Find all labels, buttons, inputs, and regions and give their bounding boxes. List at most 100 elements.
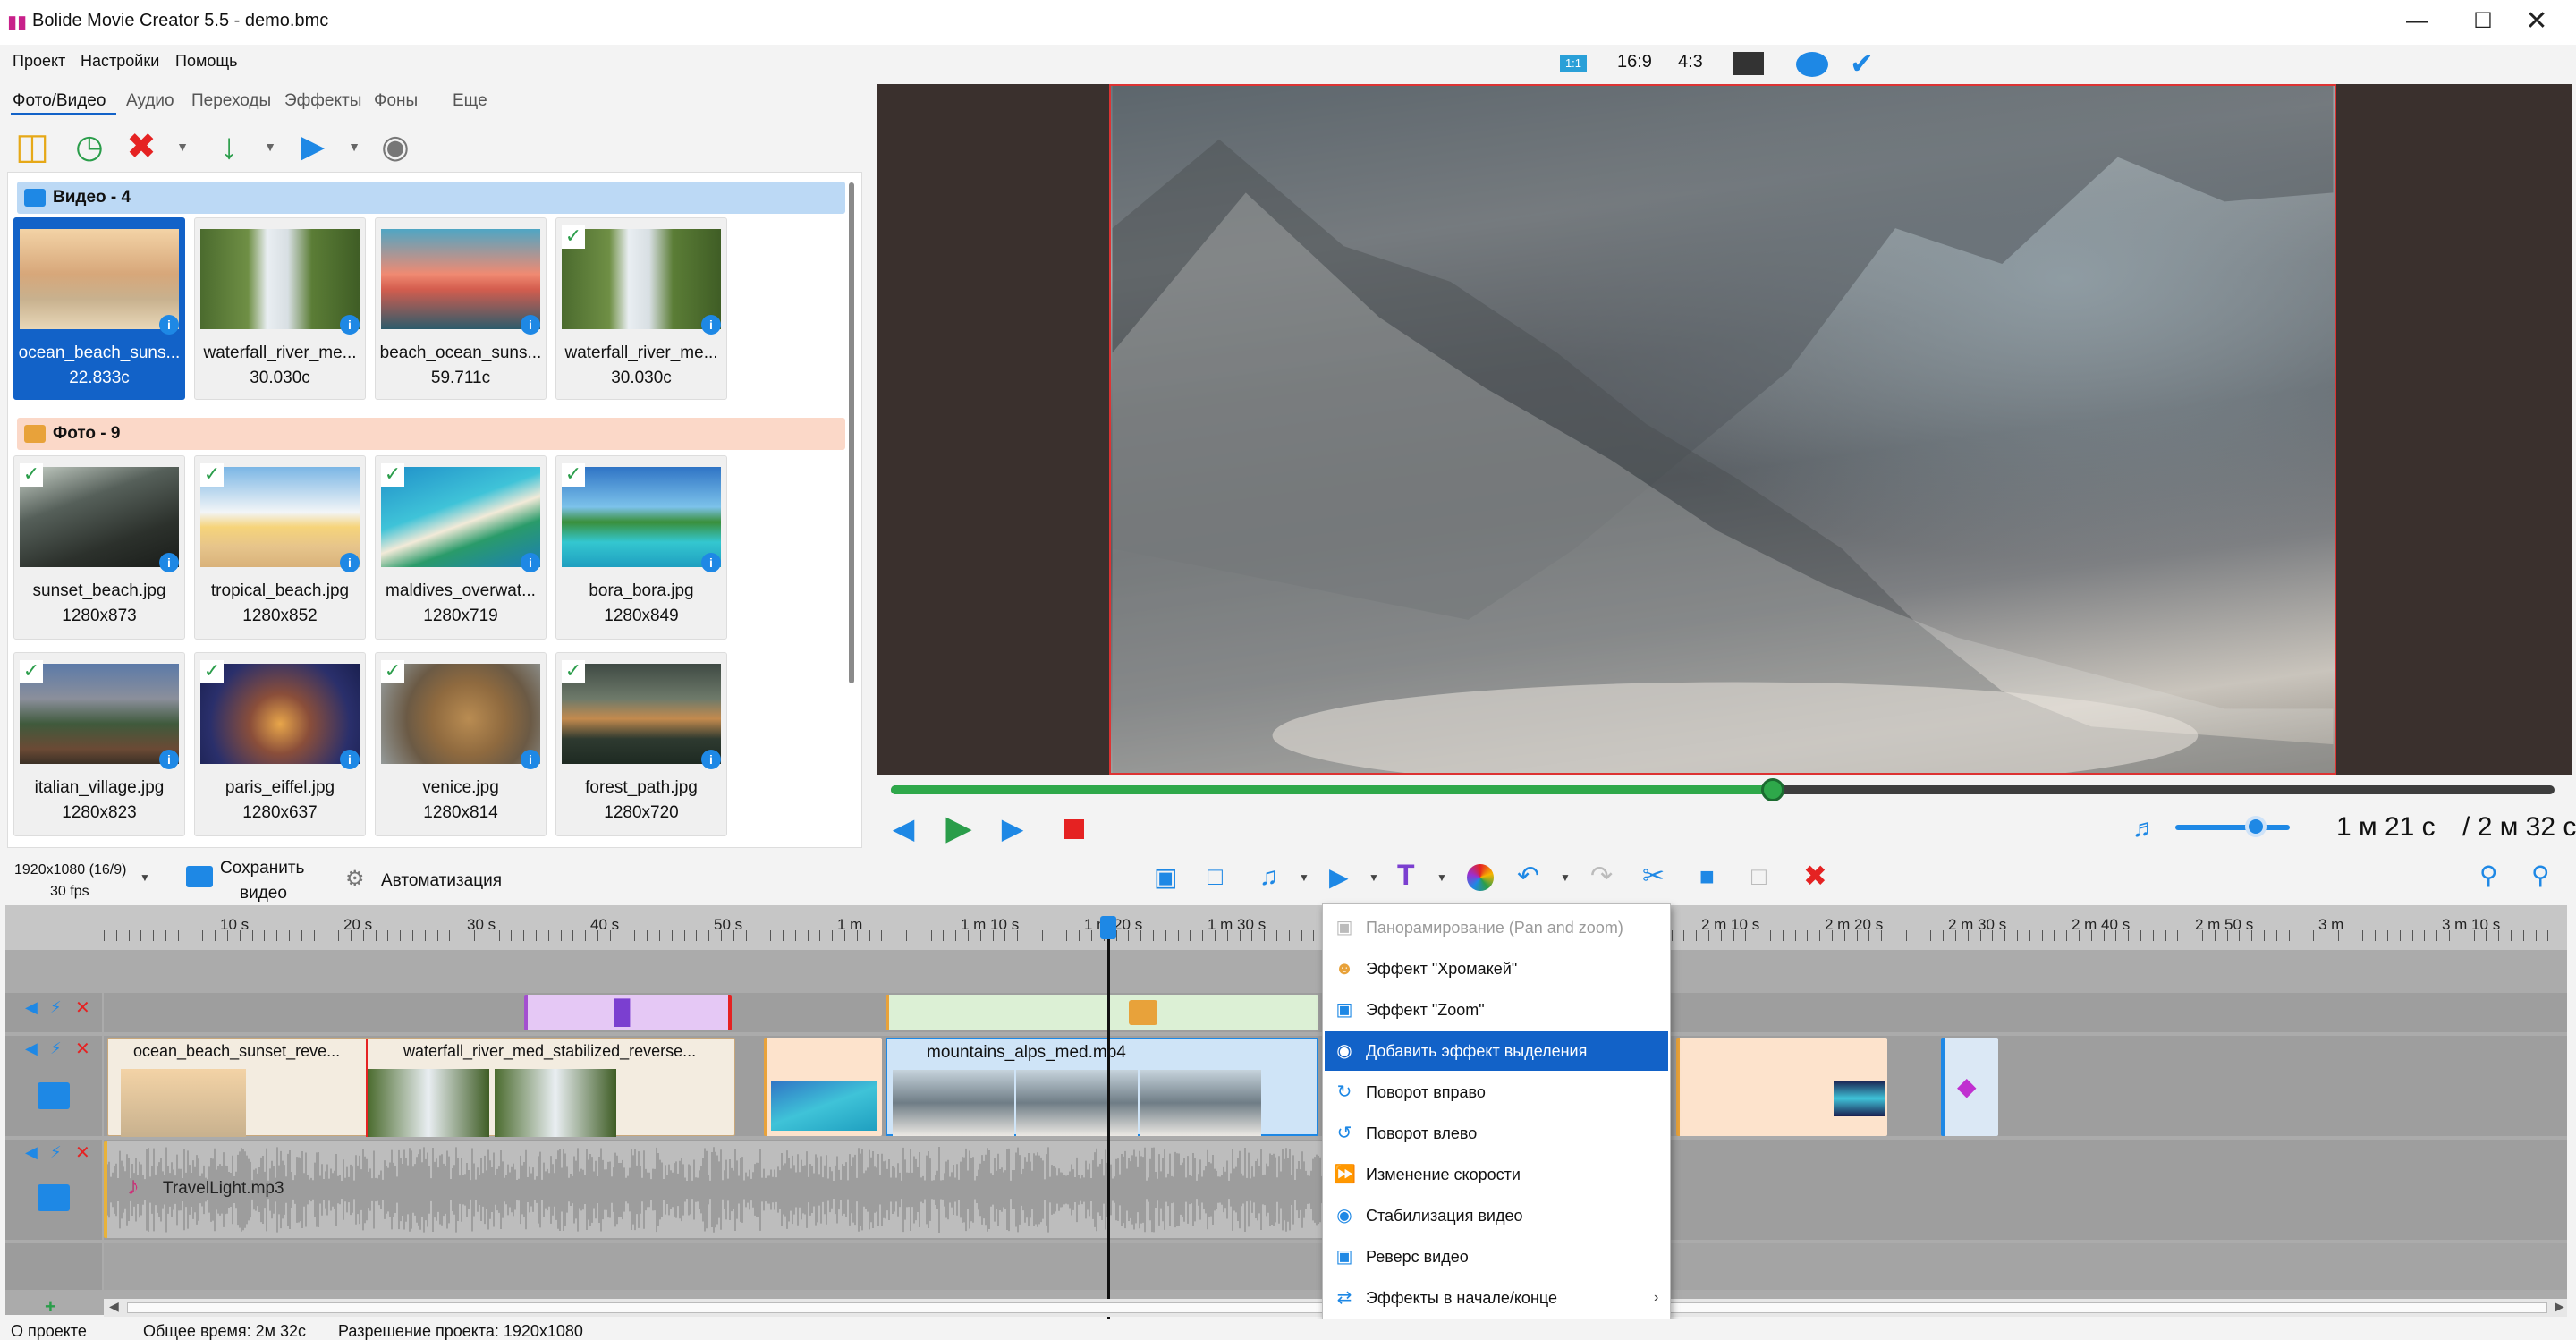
redo-icon[interactable]: ↷ (1590, 861, 1613, 892)
fps-label[interactable]: 30 fps (50, 884, 89, 900)
info-icon[interactable]: i (521, 750, 540, 769)
menu-settings[interactable]: Настройки (80, 52, 159, 71)
media-tile-photo[interactable]: ✓ i italian_village.jpg 1280x823 (13, 652, 185, 836)
tab-effects[interactable]: Эффекты (284, 91, 361, 111)
media-tile-photo[interactable]: ✓ i forest_path.jpg 1280x720 (555, 652, 727, 836)
info-icon[interactable]: i (701, 315, 721, 335)
volume-handle[interactable] (2245, 816, 2267, 837)
menu-item-speed[interactable]: ⏩ Изменение скорости (1325, 1155, 1668, 1194)
media-tile-photo[interactable]: ✓ i bora_bora.jpg 1280x849 (555, 455, 727, 640)
mute-icon[interactable]: ◀ (25, 998, 38, 1017)
info-icon[interactable]: i (340, 315, 360, 335)
zoom-out-icon[interactable]: ⚲ (2479, 861, 2498, 890)
delete-track-icon[interactable]: ✕ (75, 997, 90, 1019)
resolution-dropdown-icon[interactable]: ▼ (140, 871, 150, 884)
menu-item-stabilize[interactable]: ◉ Стабилизация видео (1325, 1196, 1668, 1235)
delete-icon[interactable]: ✖ (120, 125, 163, 168)
volume-dropdown-icon[interactable]: ▼ (1299, 871, 1309, 884)
video-effects-icon[interactable]: ▶ (1329, 862, 1349, 892)
effects-dropdown-icon[interactable]: ▼ (1368, 871, 1379, 884)
automation-icon[interactable]: ⚙ (345, 866, 365, 892)
media-tile-video[interactable]: i beach_ocean_suns... 59.711с (375, 217, 547, 400)
scroll-left-icon[interactable]: ◀ (109, 1299, 119, 1314)
volume-tool-icon[interactable]: ♫ (1259, 862, 1278, 891)
menu-item-highlight-effect[interactable]: ◉ Добавить эффект выделения (1325, 1031, 1668, 1071)
text-icon[interactable]: T (1397, 859, 1415, 892)
volume-icon[interactable]: ♬ (2127, 810, 2163, 846)
lock-icon[interactable]: ⚡ (50, 998, 62, 1017)
delete-clip-icon[interactable]: ✖ (1803, 859, 1827, 893)
undo-icon[interactable]: ↶ (1517, 861, 1539, 892)
selected-video-clip[interactable]: mountains_alps_med.mp4 (886, 1038, 1318, 1136)
next-frame-icon[interactable]: ▶ (995, 810, 1030, 846)
timeline-ruler[interactable]: 10 s20 s30 s40 s50 s1 m1 m 10 s1 m 20 s1… (5, 905, 2567, 950)
menu-item-fade-effects[interactable]: ⇄ Эффекты в начале/конце › (1325, 1278, 1668, 1318)
mute-icon[interactable]: ◀ (25, 1039, 38, 1058)
scrollbar-thumb[interactable] (849, 182, 854, 683)
save-video-label-2[interactable]: видео (240, 884, 287, 903)
video-preview-frame[interactable] (1109, 84, 2336, 775)
recent-icon[interactable]: ◷ (68, 125, 111, 168)
menu-item-rotate-right[interactable]: ↻ Поворот вправо (1325, 1073, 1668, 1112)
checkmark-icon[interactable]: ✔ (1850, 47, 1874, 81)
play-icon[interactable]: ▶ (941, 810, 977, 846)
ratio-1-1-button[interactable]: 1:1 (1560, 55, 1587, 72)
info-icon[interactable]: i (340, 553, 360, 572)
previous-frame-icon[interactable]: ◀ (886, 810, 921, 846)
info-icon[interactable]: i (701, 553, 721, 572)
info-icon[interactable]: i (701, 750, 721, 769)
tab-transitions[interactable]: Переходы (191, 91, 271, 111)
media-tile-photo[interactable]: ✓ i sunset_beach.jpg 1280x873 (13, 455, 185, 640)
menu-help[interactable]: Помощь (175, 52, 238, 71)
photo-clip[interactable] (1676, 1038, 1887, 1136)
ratio-16-9-button[interactable]: 16:9 (1617, 52, 1652, 72)
playhead-handle[interactable] (1100, 916, 1116, 939)
video-export-icon[interactable]: ▶ (292, 125, 335, 168)
tab-photo-video[interactable]: Фото/Видео (13, 91, 106, 111)
split-screen-icon[interactable]: ▣ (1154, 862, 1177, 892)
delete-track-icon[interactable]: ✕ (75, 1038, 90, 1060)
transition-clip[interactable]: ◆ (1941, 1038, 1998, 1136)
circle-crop-icon[interactable] (1796, 52, 1828, 77)
effect-clip[interactable] (886, 995, 1318, 1030)
menu-item-chromakey[interactable]: ☻ Эффект "Хромакей" (1325, 949, 1668, 988)
save-video-label-1[interactable]: Сохранить (220, 859, 304, 878)
tab-backgrounds[interactable]: Фоны (374, 91, 418, 111)
automation-button[interactable]: Автоматизация (381, 871, 502, 891)
info-icon[interactable]: i (159, 315, 179, 335)
color-icon[interactable] (1467, 864, 1494, 891)
add-track-icon[interactable]: + (45, 1295, 56, 1319)
photo-clip[interactable] (764, 1038, 882, 1136)
monitor-icon[interactable] (1733, 52, 1764, 75)
media-tile-photo[interactable]: ✓ i tropical_beach.jpg 1280x852 (194, 455, 366, 640)
media-scrollbar[interactable] (844, 175, 859, 844)
export-dropdown-icon[interactable]: ▼ (333, 125, 376, 168)
transition-marker[interactable] (366, 1039, 368, 1137)
info-icon[interactable]: i (159, 750, 179, 769)
scroll-right-icon[interactable]: ▶ (2555, 1299, 2564, 1314)
stop-icon[interactable] (1064, 819, 1084, 839)
tab-more[interactable]: Еще (453, 91, 487, 111)
lock-icon[interactable]: ⚡ (50, 1143, 62, 1162)
open-folder-icon[interactable]: ◫ (11, 125, 54, 168)
photo-group-header[interactable]: Фото - 9 (17, 418, 845, 450)
info-icon[interactable]: i (340, 750, 360, 769)
video-group-header[interactable]: Видео - 4 (17, 182, 845, 214)
media-tile-photo[interactable]: ✓ i maldives_overwat... 1280x719 (375, 455, 547, 640)
menu-item-reverse[interactable]: ▣ Реверс видео (1325, 1237, 1668, 1276)
playhead[interactable] (1107, 918, 1110, 1331)
lock-icon[interactable]: ⚡ (50, 1039, 62, 1058)
menu-item-zoom-effect[interactable]: ▣ Эффект "Zoom" (1325, 990, 1668, 1030)
menu-item-pan-zoom[interactable]: ▣ Панорамирование (Pan and zoom) (1325, 908, 1668, 947)
media-tile-photo[interactable]: ✓ i venice.jpg 1280x814 (375, 652, 547, 836)
video-clip[interactable]: ocean_beach_sunset_reve... waterfall_riv… (107, 1038, 735, 1137)
text-dropdown-icon[interactable]: ▼ (1436, 871, 1447, 884)
media-tile-photo[interactable]: ✓ i paris_eiffel.jpg 1280x637 (194, 652, 366, 836)
delete-dropdown-icon[interactable]: ▼ (161, 125, 204, 168)
menu-project[interactable]: Проект (13, 52, 65, 71)
crop-icon[interactable]: □ (1208, 862, 1223, 891)
volume-slider[interactable] (2175, 825, 2290, 830)
download-icon[interactable]: ↓ (208, 125, 250, 168)
info-icon[interactable]: i (521, 553, 540, 572)
info-icon[interactable]: i (159, 553, 179, 572)
